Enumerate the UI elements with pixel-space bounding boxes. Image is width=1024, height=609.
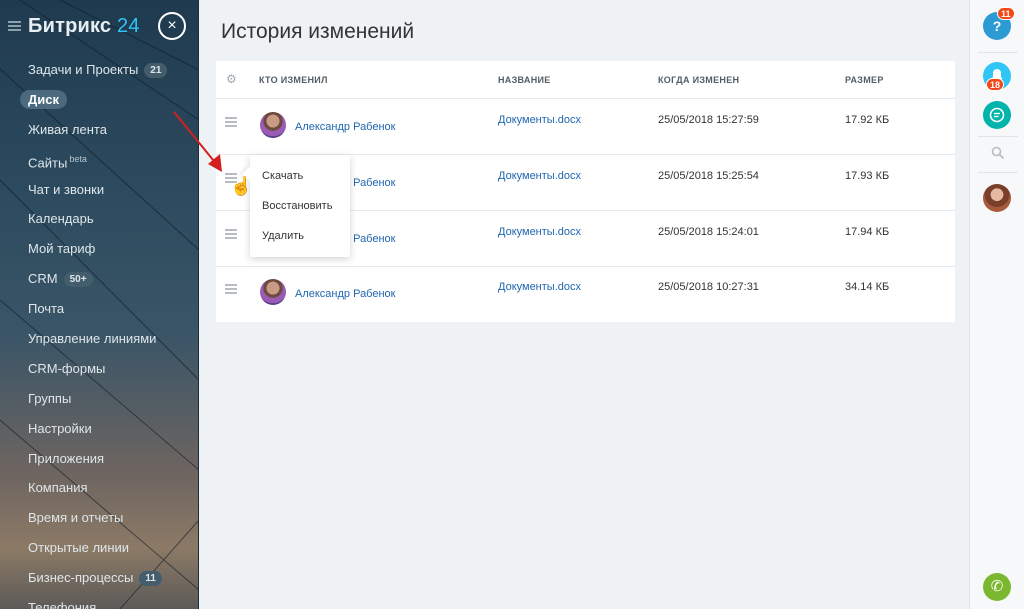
sidebar-item-crm-forms[interactable]: CRM-формы <box>0 354 198 384</box>
document-link[interactable]: Документы.docx <box>498 114 581 126</box>
document-link[interactable]: Документы.docx <box>498 281 581 293</box>
avatar[interactable] <box>260 279 286 305</box>
document-link[interactable]: Документы.docx <box>498 226 581 238</box>
hand-cursor-icon: ☝ <box>230 176 253 196</box>
logo-name: Битрикс <box>28 15 112 37</box>
phone-icon[interactable]: ✆ <box>983 573 1011 601</box>
sidebar-item-open-lines[interactable]: Открытые линии <box>0 533 198 563</box>
divider <box>978 172 1018 173</box>
chat-icon[interactable] <box>983 101 1011 129</box>
sidebar-item-label: Время и отчеты <box>28 510 124 526</box>
sidebar-item-settings[interactable]: Настройки <box>0 414 198 444</box>
sidebar-item-label: CRM <box>28 271 58 287</box>
table-row: Александр Рабенок Документы.docx 25/05/2… <box>216 100 955 155</box>
help-badge: 11 <box>997 7 1015 20</box>
menu-item-download[interactable]: Скачать <box>250 161 350 191</box>
sidebar-item-groups[interactable]: Группы <box>0 384 198 414</box>
file-size: 34.14 КБ <box>845 281 890 293</box>
sidebar-item-lines[interactable]: Управление линиями <box>0 324 198 354</box>
sidebar-item-label: Чат и звонки <box>28 181 105 197</box>
divider <box>978 52 1018 53</box>
sidebar-item-crm[interactable]: CRM 50+ <box>0 264 198 294</box>
sidebar-item-label: Сайты <box>28 155 68 170</box>
menu-item-restore[interactable]: Восстановить <box>250 191 350 221</box>
column-size[interactable]: РАЗМЕР <box>845 75 884 85</box>
logo[interactable]: Битрикс 24 <box>28 15 140 38</box>
file-size: 17.92 КБ <box>845 114 890 126</box>
sidebar-item-label: Компания <box>28 480 88 496</box>
counter-badge: 11 <box>139 571 162 587</box>
column-author[interactable]: КТО ИЗМЕНИЛ <box>259 75 328 85</box>
row-context-menu: Скачать Восстановить Удалить <box>250 155 350 257</box>
sidebar-item-label: Настройки <box>28 420 92 436</box>
sidebar-item-calendar[interactable]: Календарь <box>0 204 198 234</box>
author-link[interactable]: Александр Рабенок <box>295 121 395 133</box>
row-menu-icon[interactable] <box>225 229 237 241</box>
sidebar-item-label: Управление линиями <box>28 331 157 347</box>
file-size: 17.94 КБ <box>845 226 890 238</box>
menu-icon[interactable] <box>8 21 21 31</box>
counter-badge: 21 <box>144 63 168 79</box>
gear-icon[interactable]: ⚙ <box>226 73 238 85</box>
sidebar-item-label: Бизнес-процессы <box>28 570 134 586</box>
right-toolbar: ? 11 18 ✆ <box>969 0 1024 609</box>
divider <box>978 136 1018 137</box>
sidebar-item-label: Телефония <box>28 600 97 609</box>
help-symbol: ? <box>992 18 1002 34</box>
beta-tag: beta <box>69 153 87 164</box>
author-link[interactable]: Александр Рабенок <box>295 288 395 300</box>
main-content: История изменений ⚙ КТО ИЗМЕНИЛ НАЗВАНИЕ… <box>199 0 969 609</box>
page-title: История изменений <box>221 20 415 43</box>
column-changed[interactable]: КОГДА ИЗМЕНЕН <box>658 75 739 85</box>
sidebar-item-chat[interactable]: Чат и звонки <box>0 175 198 205</box>
changed-date: 25/05/2018 10:27:31 <box>658 281 759 293</box>
search-icon[interactable] <box>991 146 1005 160</box>
sidebar-item-label: Открытые линии <box>28 540 130 556</box>
sidebar-item-company[interactable]: Компания <box>0 473 198 503</box>
avatar[interactable] <box>260 112 286 138</box>
logo-number: 24 <box>117 15 140 37</box>
sidebar-item-label: Приложения <box>28 450 105 466</box>
sidebar-item-mail[interactable]: Почта <box>0 294 198 324</box>
left-sidebar: Битрикс 24 × Задачи и Проекты 21 Диск Жив… <box>0 0 199 609</box>
sidebar-item-label: Диск <box>20 89 67 109</box>
column-name[interactable]: НАЗВАНИЕ <box>498 75 551 85</box>
sidebar-item-label: Живая лента <box>28 121 107 137</box>
table-row: Александр Рабенок Документы.docx 25/05/2… <box>216 267 955 322</box>
magnifier-icon <box>991 146 1005 160</box>
close-icon[interactable]: × <box>158 12 186 40</box>
annotation-arrow <box>173 111 222 172</box>
sidebar-item-label: CRM-формы <box>28 360 106 376</box>
sidebar-item-time[interactable]: Время и отчеты <box>0 503 198 533</box>
notification-badge: 18 <box>986 78 1005 91</box>
logo-row: Битрикс 24 × <box>0 12 198 42</box>
sidebar-item-telephony[interactable]: Телефония <box>0 593 198 609</box>
sidebar-item-tariff[interactable]: Мой тариф <box>0 234 198 264</box>
sidebar-item-label: Задачи и Проекты <box>28 62 139 77</box>
user-avatar[interactable] <box>983 184 1011 212</box>
table-header: ⚙ КТО ИЗМЕНИЛ НАЗВАНИЕ КОГДА ИЗМЕНЕН РАЗ… <box>216 61 955 99</box>
sidebar-item-bizproc[interactable]: Бизнес-процессы 11 <box>0 563 198 593</box>
sidebar-item-label: Группы <box>28 390 72 406</box>
sidebar-item-label: Календарь <box>28 211 94 227</box>
changed-date: 25/05/2018 15:25:54 <box>658 170 759 182</box>
file-size: 17.93 КБ <box>845 170 890 182</box>
sidebar-item-apps[interactable]: Приложения <box>0 444 198 474</box>
sidebar-item-tasks[interactable]: Задачи и Проекты 21 <box>0 55 198 85</box>
document-link[interactable]: Документы.docx <box>498 170 581 182</box>
counter-badge: 50+ <box>63 272 93 288</box>
changed-date: 25/05/2018 15:27:59 <box>658 114 759 126</box>
changed-date: 25/05/2018 15:24:01 <box>658 226 759 238</box>
sidebar-item-label: Мой тариф <box>28 241 96 257</box>
sidebar-item-label: Почта <box>28 301 65 317</box>
menu-item-delete[interactable]: Удалить <box>250 221 350 251</box>
chat-bubble-icon <box>989 107 1005 123</box>
row-menu-icon[interactable] <box>225 284 237 296</box>
